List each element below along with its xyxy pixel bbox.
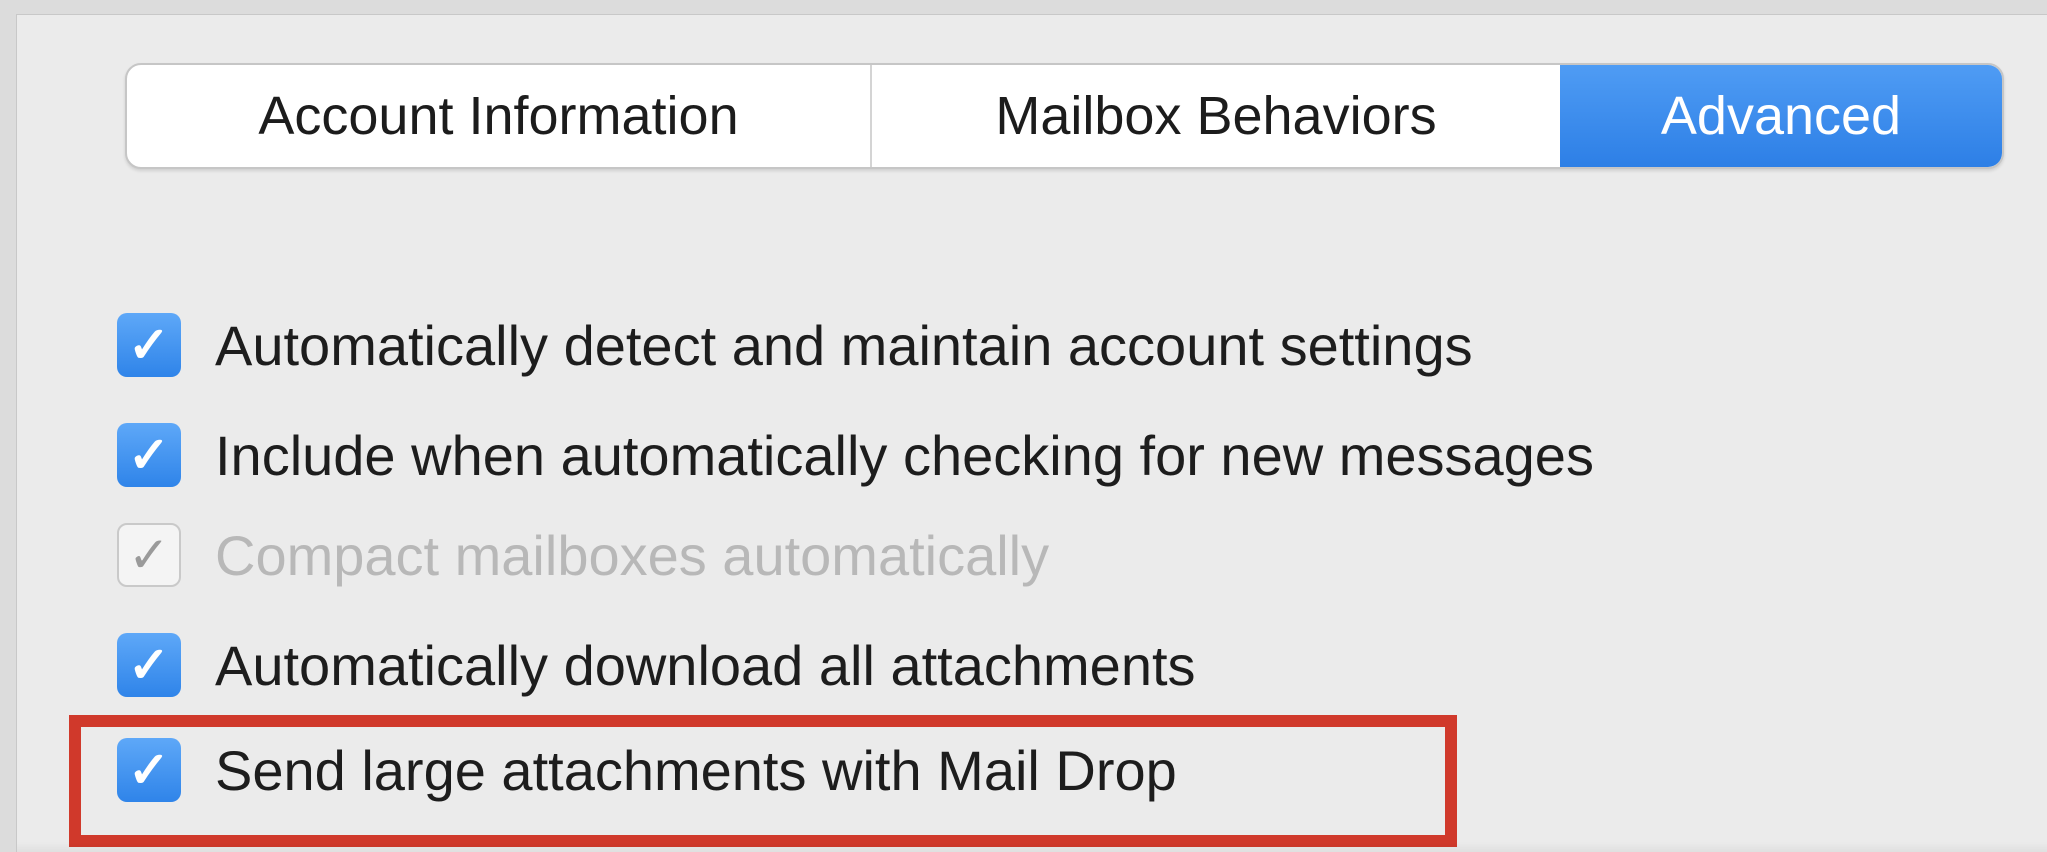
account-settings-panel: Account Information Mailbox Behaviors Ad…: [16, 14, 2047, 852]
tab-bar: Account Information Mailbox Behaviors Ad…: [125, 63, 2004, 169]
tab-account-information[interactable]: Account Information: [127, 65, 872, 167]
checkbox-checked-icon[interactable]: ✓: [117, 423, 181, 487]
option-include-new-messages[interactable]: ✓ Include when automatically checking fo…: [117, 415, 1594, 495]
option-label: Compact mailboxes automatically: [215, 523, 1050, 587]
option-compact-mailboxes: ✓ Compact mailboxes automatically: [117, 515, 1049, 595]
option-label: Include when automatically checking for …: [215, 423, 1594, 487]
tab-mailbox-behaviors[interactable]: Mailbox Behaviors: [872, 65, 1560, 167]
checkbox-checked-icon[interactable]: ✓: [117, 313, 181, 377]
option-mail-drop[interactable]: ✓ Send large attachments with Mail Drop: [117, 730, 1177, 810]
option-label: Automatically download all attachments: [215, 633, 1196, 697]
checkbox-checked-icon[interactable]: ✓: [117, 633, 181, 697]
option-auto-detect-settings[interactable]: ✓ Automatically detect and maintain acco…: [117, 305, 1473, 385]
option-label: Send large attachments with Mail Drop: [215, 738, 1177, 802]
option-download-attachments[interactable]: ✓ Automatically download all attachments: [117, 625, 1196, 705]
checkbox-checked-icon[interactable]: ✓: [117, 738, 181, 802]
option-label: Automatically detect and maintain accoun…: [215, 313, 1473, 377]
tab-advanced[interactable]: Advanced: [1560, 65, 2002, 167]
checkbox-checked-disabled-icon: ✓: [117, 523, 181, 587]
